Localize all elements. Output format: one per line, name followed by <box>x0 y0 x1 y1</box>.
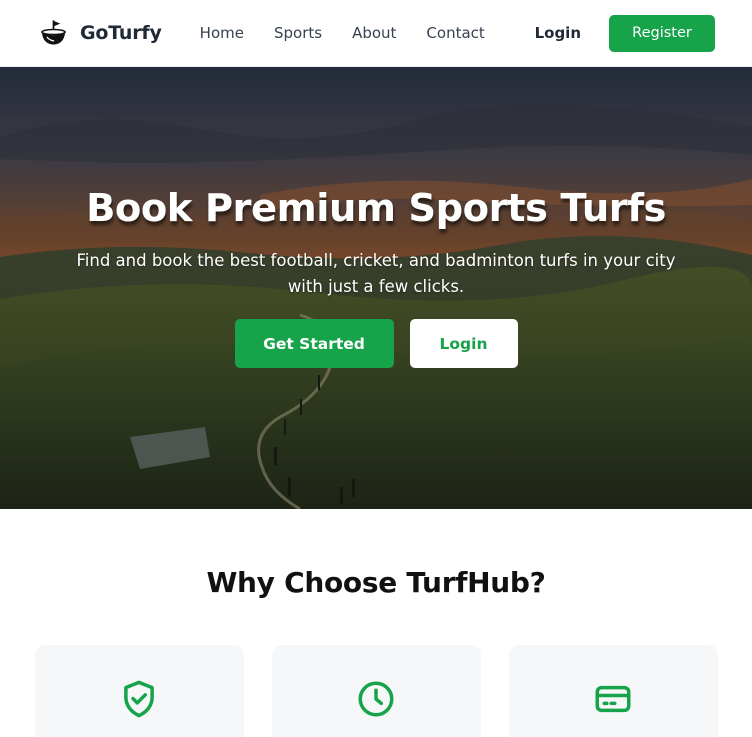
shield-check-icon <box>124 680 154 718</box>
nav-link-sports[interactable]: Sports <box>274 24 322 42</box>
hero-title: Book Premium Sports Turfs <box>86 186 666 231</box>
navbar: GoTurfy Home Sports About Contact Login … <box>0 0 752 67</box>
feature-cards <box>0 645 752 737</box>
nav-actions: Login Register <box>535 14 715 52</box>
nav-link-contact[interactable]: Contact <box>426 24 484 42</box>
hero-buttons: Get Started Login <box>0 319 752 369</box>
nav-links: Home Sports About Contact <box>200 24 485 42</box>
credit-card-icon <box>595 685 631 713</box>
login-link[interactable]: Login <box>535 24 581 42</box>
register-button[interactable]: Register <box>609 14 715 52</box>
brand-name: GoTurfy <box>80 22 162 44</box>
nav-link-home[interactable]: Home <box>200 24 244 42</box>
nav-link-about[interactable]: About <box>352 24 396 42</box>
hero-subtitle: Find and book the best football, cricket… <box>76 251 676 297</box>
features-section: Why Choose TurfHub? <box>0 509 752 737</box>
clock-icon <box>358 681 394 717</box>
feature-card-payment <box>508 645 718 737</box>
feature-card-secure <box>34 645 244 737</box>
features-title: Why Choose TurfHub? <box>206 566 546 599</box>
get-started-button[interactable]: Get Started <box>234 319 394 369</box>
hero-login-button[interactable]: Login <box>409 319 518 369</box>
hero-content: Book Premium Sports Turfs Find and book … <box>0 67 752 369</box>
feature-card-time <box>271 645 481 737</box>
brand[interactable]: GoTurfy <box>38 18 162 49</box>
golf-bowl-icon <box>41 19 66 45</box>
hero-section: Book Premium Sports Turfs Find and book … <box>0 67 752 509</box>
